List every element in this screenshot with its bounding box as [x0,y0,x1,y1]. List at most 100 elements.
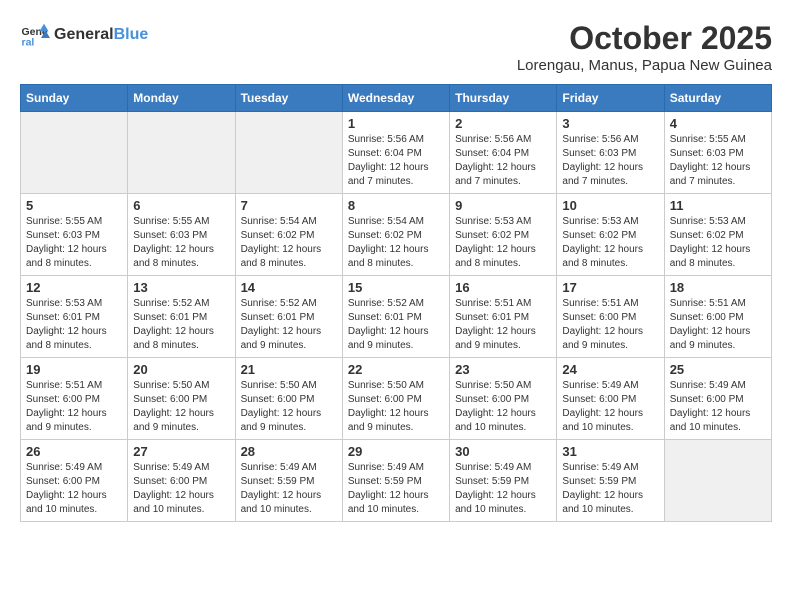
day-info: Sunrise: 5:52 AM Sunset: 6:01 PM Dayligh… [348,297,444,353]
day-info: Sunrise: 5:49 AM Sunset: 6:00 PM Dayligh… [670,379,766,435]
day-number: 13 [133,280,229,295]
day-number: 15 [348,280,444,295]
day-info: Sunrise: 5:50 AM Sunset: 6:00 PM Dayligh… [241,379,337,435]
day-info: Sunrise: 5:52 AM Sunset: 6:01 PM Dayligh… [241,297,337,353]
day-number: 30 [455,444,551,459]
day-number: 23 [455,362,551,377]
calendar-day-cell: 6Sunrise: 5:55 AM Sunset: 6:03 PM Daylig… [128,194,235,276]
day-info: Sunrise: 5:49 AM Sunset: 6:00 PM Dayligh… [133,461,229,517]
calendar-day-cell: 11Sunrise: 5:53 AM Sunset: 6:02 PM Dayli… [664,194,771,276]
day-number: 26 [26,444,122,459]
month-title: October 2025 [517,20,772,57]
day-number: 28 [241,444,337,459]
calendar-day-cell: 16 Sunrise: 5:51 AM Sunset: 6:01 PM Dayli… [450,276,557,358]
calendar-week-row: 12 Sunrise: 5:53 AM Sunset: 6:01 PM Dayli… [21,276,772,358]
day-info: Sunrise: 5:50 AM Sunset: 6:00 PM Dayligh… [133,379,229,435]
day-number: 19 [26,362,122,377]
day-number: 27 [133,444,229,459]
calendar-day-cell: 28 Sunrise: 5:49 AM Sunset: 5:59 PM Dayli… [235,440,342,522]
day-info: Sunrise: 5:50 AM Sunset: 6:00 PM Dayligh… [348,379,444,435]
day-info: Sunrise: 5:54 AM Sunset: 6:02 PM Dayligh… [348,215,444,271]
day-number: 1 [348,116,444,131]
calendar-day-cell: 3 Sunrise: 5:56 AM Sunset: 6:03 PM Daylig… [557,112,664,194]
logo-line2: Blue [114,26,149,43]
calendar-day-cell: 19 Sunrise: 5:51 AM Sunset: 6:00 PM Dayli… [21,358,128,440]
weekday-header: Monday [128,85,235,112]
calendar-day-cell: 18Sunrise: 5:51 AM Sunset: 6:00 PM Dayli… [664,276,771,358]
day-info: Sunrise: 5:51 AM Sunset: 6:00 PM Dayligh… [562,297,658,353]
calendar-day-cell: 31 Sunrise: 5:49 AM Sunset: 5:59 PM Dayli… [557,440,664,522]
calendar-day-cell: 26 Sunrise: 5:49 AM Sunset: 6:00 PM Dayli… [21,440,128,522]
weekday-header: Friday [557,85,664,112]
calendar-day-cell: 14 Sunrise: 5:52 AM Sunset: 6:01 PM Dayli… [235,276,342,358]
day-number: 25 [670,362,766,377]
day-info: Sunrise: 5:49 AM Sunset: 5:59 PM Dayligh… [562,461,658,517]
day-number: 21 [241,362,337,377]
day-info: Sunrise: 5:56 AM Sunset: 6:04 PM Dayligh… [455,133,551,189]
day-info: Sunrise: 5:53 AM Sunset: 6:02 PM Dayligh… [455,215,551,271]
day-number: 22 [348,362,444,377]
weekday-header: Wednesday [342,85,449,112]
calendar-day-cell: 23Sunrise: 5:50 AM Sunset: 6:00 PM Dayli… [450,358,557,440]
day-info: Sunrise: 5:49 AM Sunset: 6:00 PM Dayligh… [26,461,122,517]
day-info: Sunrise: 5:49 AM Sunset: 5:59 PM Dayligh… [241,461,337,517]
day-number: 14 [241,280,337,295]
logo: Gene ral GeneralBlue [20,20,148,50]
calendar-day-cell [128,112,235,194]
day-info: Sunrise: 5:55 AM Sunset: 6:03 PM Dayligh… [670,133,766,189]
weekday-header: Sunday [21,85,128,112]
day-info: Sunrise: 5:54 AM Sunset: 6:02 PM Dayligh… [241,215,337,271]
day-info: Sunrise: 5:55 AM Sunset: 6:03 PM Dayligh… [133,215,229,271]
calendar-day-cell: 13 Sunrise: 5:52 AM Sunset: 6:01 PM Dayli… [128,276,235,358]
page-header: Gene ral GeneralBlue October 2025 Loreng… [20,20,772,74]
day-info: Sunrise: 5:51 AM Sunset: 6:01 PM Dayligh… [455,297,551,353]
day-number: 4 [670,116,766,131]
day-number: 18 [670,280,766,295]
calendar-week-row: 19 Sunrise: 5:51 AM Sunset: 6:00 PM Dayli… [21,358,772,440]
calendar-table: SundayMondayTuesdayWednesdayThursdayFrid… [20,84,772,522]
day-number: 7 [241,198,337,213]
calendar-day-cell: 22 Sunrise: 5:50 AM Sunset: 6:00 PM Dayli… [342,358,449,440]
calendar-header-row: SundayMondayTuesdayWednesdayThursdayFrid… [21,85,772,112]
logo-line1: General [54,26,114,43]
day-info: Sunrise: 5:56 AM Sunset: 6:03 PM Dayligh… [562,133,658,189]
day-info: Sunrise: 5:53 AM Sunset: 6:01 PM Dayligh… [26,297,122,353]
day-number: 29 [348,444,444,459]
day-number: 8 [348,198,444,213]
calendar-day-cell: 2Sunrise: 5:56 AM Sunset: 6:04 PM Daylig… [450,112,557,194]
day-number: 12 [26,280,122,295]
calendar-day-cell: 25 Sunrise: 5:49 AM Sunset: 6:00 PM Dayli… [664,358,771,440]
calendar-week-row: 5 Sunrise: 5:55 AM Sunset: 6:03 PM Daylig… [21,194,772,276]
day-number: 9 [455,198,551,213]
calendar-day-cell: 1 Sunrise: 5:56 AM Sunset: 6:04 PM Daylig… [342,112,449,194]
calendar-day-cell: 15 Sunrise: 5:52 AM Sunset: 6:01 PM Dayli… [342,276,449,358]
day-info: Sunrise: 5:49 AM Sunset: 5:59 PM Dayligh… [455,461,551,517]
day-info: Sunrise: 5:51 AM Sunset: 6:00 PM Dayligh… [26,379,122,435]
svg-text:ral: ral [22,37,35,49]
day-number: 5 [26,198,122,213]
calendar-week-row: 1 Sunrise: 5:56 AM Sunset: 6:04 PM Daylig… [21,112,772,194]
day-number: 31 [562,444,658,459]
day-number: 20 [133,362,229,377]
calendar-day-cell [21,112,128,194]
calendar-day-cell: 30 Sunrise: 5:49 AM Sunset: 5:59 PM Dayli… [450,440,557,522]
calendar-day-cell: 8 Sunrise: 5:54 AM Sunset: 6:02 PM Daylig… [342,194,449,276]
day-number: 17 [562,280,658,295]
weekday-header: Tuesday [235,85,342,112]
day-number: 3 [562,116,658,131]
day-info: Sunrise: 5:49 AM Sunset: 5:59 PM Dayligh… [348,461,444,517]
weekday-header: Thursday [450,85,557,112]
weekday-header: Saturday [664,85,771,112]
calendar-day-cell: 21 Sunrise: 5:50 AM Sunset: 6:00 PM Dayli… [235,358,342,440]
day-info: Sunrise: 5:52 AM Sunset: 6:01 PM Dayligh… [133,297,229,353]
calendar-day-cell: 24Sunrise: 5:49 AM Sunset: 6:00 PM Dayli… [557,358,664,440]
day-info: Sunrise: 5:56 AM Sunset: 6:04 PM Dayligh… [348,133,444,189]
calendar-day-cell: 5 Sunrise: 5:55 AM Sunset: 6:03 PM Daylig… [21,194,128,276]
calendar-day-cell: 27 Sunrise: 5:49 AM Sunset: 6:00 PM Dayli… [128,440,235,522]
calendar-day-cell: 12 Sunrise: 5:53 AM Sunset: 6:01 PM Dayli… [21,276,128,358]
day-info: Sunrise: 5:55 AM Sunset: 6:03 PM Dayligh… [26,215,122,271]
day-number: 16 [455,280,551,295]
location-subtitle: Lorengau, Manus, Papua New Guinea [517,57,772,74]
calendar-week-row: 26 Sunrise: 5:49 AM Sunset: 6:00 PM Dayli… [21,440,772,522]
calendar-day-cell: 4 Sunrise: 5:55 AM Sunset: 6:03 PM Daylig… [664,112,771,194]
